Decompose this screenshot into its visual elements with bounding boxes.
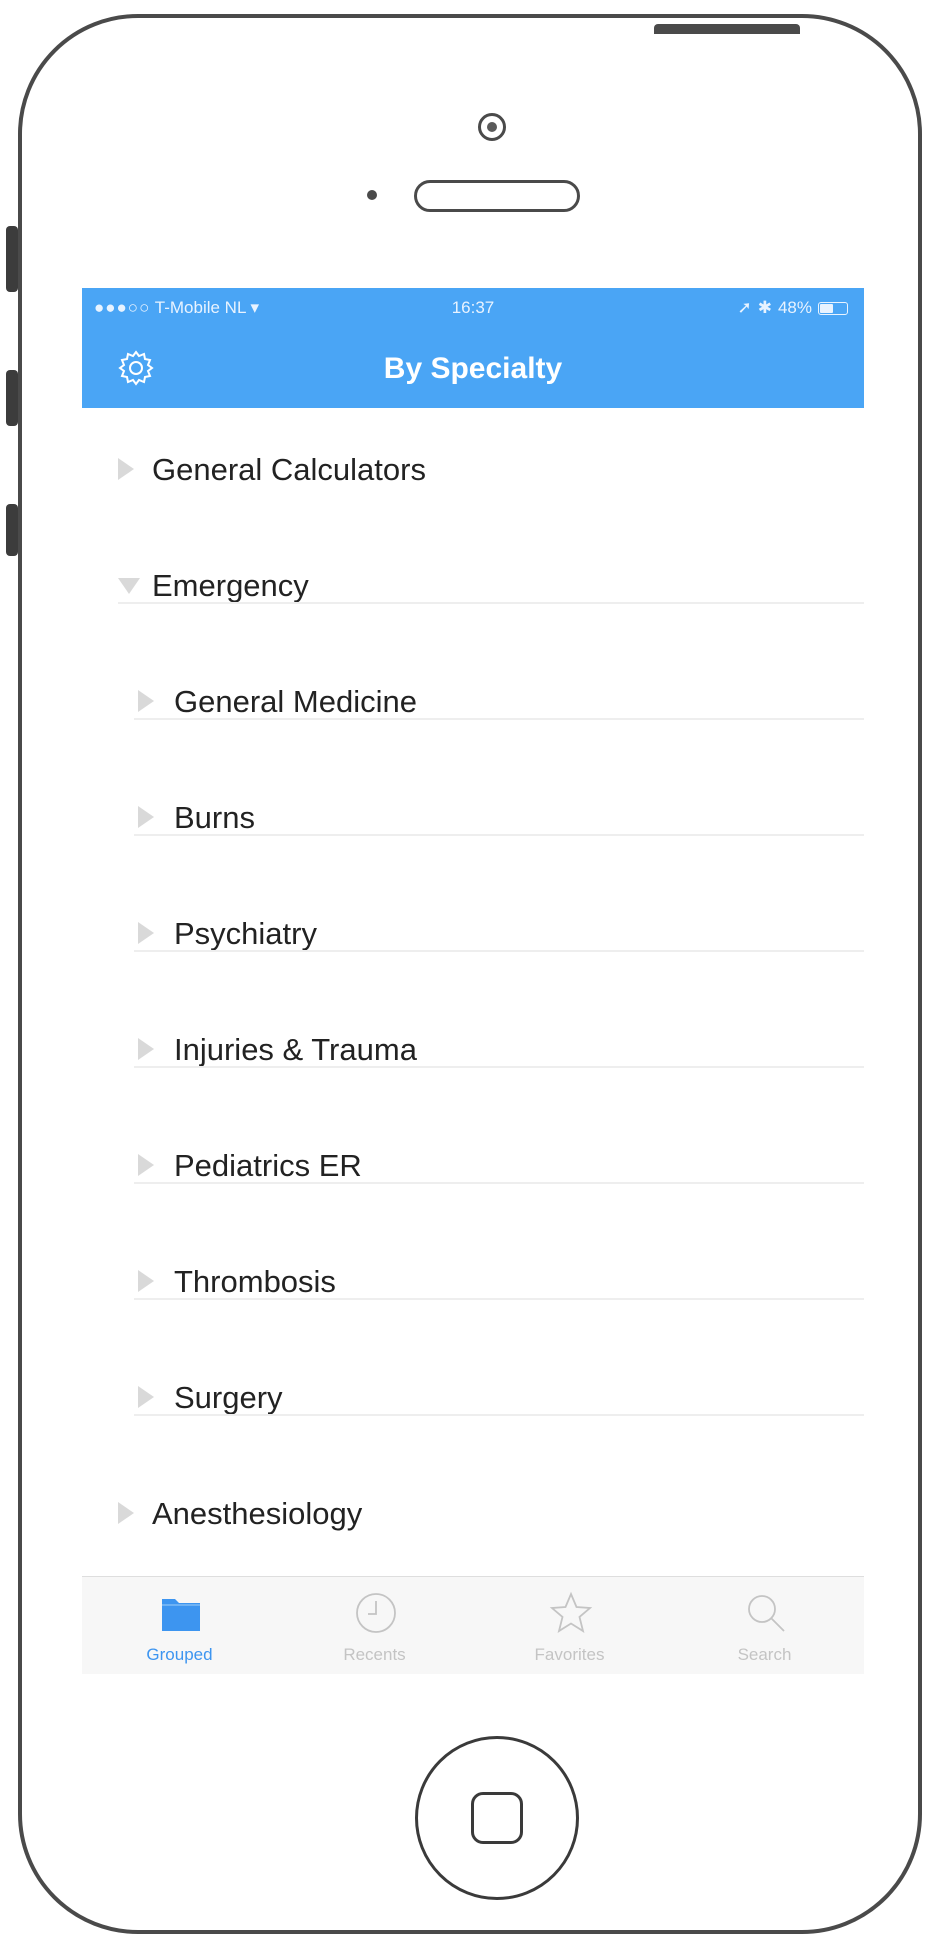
- list-item-label: Emergency: [152, 568, 309, 603]
- disclosure-triangle-right-icon: [118, 458, 134, 480]
- location-arrow-icon: ➚: [737, 298, 752, 317]
- status-bar: ●●●○○ T-Mobile NL ▾ 16:37 ➚ ✱ 48%: [82, 288, 864, 328]
- tab-label: Search: [737, 1645, 792, 1664]
- tab-search[interactable]: Search: [667, 1577, 862, 1674]
- page-title: By Specialty: [383, 352, 563, 385]
- disclosure-triangle-right-icon: [118, 1502, 134, 1524]
- list-item-label: Thrombosis: [174, 1264, 336, 1299]
- status-right-group: ➚ ✱ 48%: [737, 298, 848, 318]
- disclosure-triangle-right-icon: [138, 1386, 154, 1408]
- list-item-label: Injuries & Trauma: [174, 1032, 417, 1067]
- star-icon: [549, 1591, 593, 1633]
- disclosure-triangle-right-icon: [138, 806, 154, 828]
- row-divider: [134, 1182, 864, 1184]
- list-item[interactable]: General Medicine: [82, 640, 864, 756]
- row-divider: [134, 1414, 864, 1416]
- battery-level: [820, 303, 834, 313]
- list-item-label: Anesthesiology: [152, 1496, 363, 1531]
- battery-percent: 48%: [777, 298, 812, 317]
- list-item[interactable]: Pediatrics ER: [82, 1104, 864, 1220]
- row-divider: [134, 1066, 864, 1068]
- list-item[interactable]: General Calculators: [82, 408, 864, 524]
- tab-recents[interactable]: Recents: [277, 1577, 472, 1674]
- tab-grouped[interactable]: Grouped: [82, 1577, 277, 1674]
- row-divider: [134, 834, 864, 836]
- disclosure-triangle-right-icon: [138, 922, 154, 944]
- battery-icon: [818, 301, 848, 315]
- power-button: [654, 24, 800, 34]
- list-item[interactable]: Injuries & Trauma: [82, 988, 864, 1104]
- list-item[interactable]: Thrombosis: [82, 1220, 864, 1336]
- list-item-label: Burns: [174, 800, 255, 835]
- volume-down-button: [6, 504, 18, 556]
- front-camera: [478, 113, 506, 141]
- row-divider: [134, 950, 864, 952]
- list-item-label: General Calculators: [152, 452, 426, 487]
- home-button[interactable]: [415, 1736, 579, 1900]
- bluetooth-icon: ✱: [757, 298, 772, 317]
- row-divider: [118, 602, 864, 604]
- volume-up-button: [6, 370, 18, 426]
- list-item[interactable]: Surgery: [82, 1336, 864, 1452]
- list-item[interactable]: Anesthesiology: [82, 1452, 864, 1568]
- mute-switch: [6, 226, 18, 292]
- app-screen: ●●●○○ T-Mobile NL ▾ 16:37 ➚ ✱ 48% By Spe…: [82, 288, 864, 1674]
- disclosure-triangle-right-icon: [138, 690, 154, 712]
- row-divider: [134, 1298, 864, 1300]
- list-item-label: Pediatrics ER: [174, 1148, 362, 1183]
- tab-label: Grouped: [146, 1645, 213, 1664]
- disclosure-triangle-right-icon: [138, 1270, 154, 1292]
- home-square-icon: [471, 1792, 523, 1844]
- search-icon: [748, 1595, 785, 1632]
- list-item[interactable]: Emergency: [82, 524, 864, 640]
- tab-label: Recents: [343, 1645, 406, 1664]
- list-item[interactable]: Psychiatry: [82, 872, 864, 988]
- disclosure-triangle-right-icon: [138, 1154, 154, 1176]
- tab-bar: Grouped Recents Favorites Search: [82, 1576, 864, 1674]
- list-item[interactable]: Burns: [82, 756, 864, 872]
- tab-label: Favorites: [534, 1645, 605, 1664]
- disclosure-triangle-right-icon: [138, 1038, 154, 1060]
- list-item-label: Surgery: [174, 1380, 283, 1415]
- earpiece-speaker: [414, 180, 580, 212]
- list-item-label: General Medicine: [174, 684, 417, 719]
- proximity-sensor: [367, 190, 377, 200]
- tab-favorites[interactable]: Favorites: [472, 1577, 667, 1674]
- clock-icon: [356, 1593, 396, 1633]
- folder-icon: [162, 1599, 200, 1631]
- disclosure-triangle-down-icon: [118, 578, 140, 594]
- navigation-bar: By Specialty: [82, 328, 864, 408]
- list-item-label: Psychiatry: [174, 916, 317, 951]
- row-divider: [134, 718, 864, 720]
